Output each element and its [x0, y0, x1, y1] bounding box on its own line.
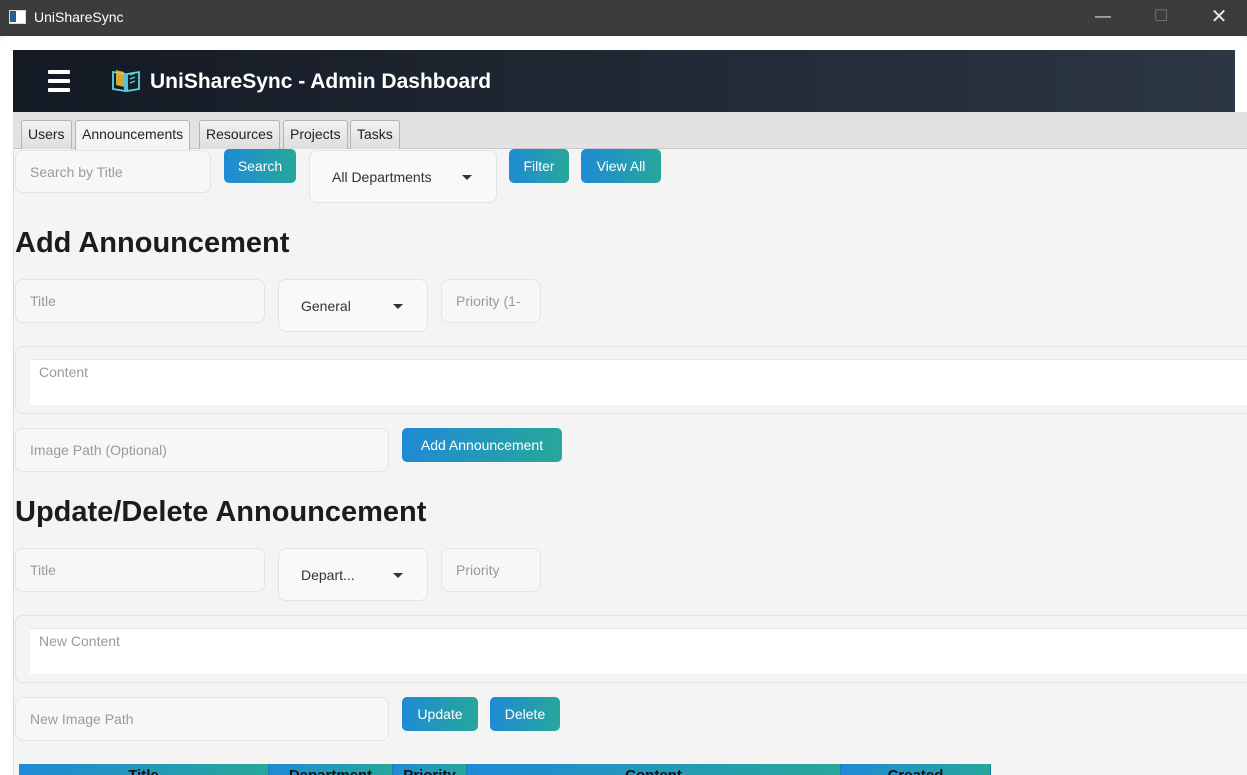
column-header-title[interactable]: Title — [19, 764, 269, 775]
add-priority-input[interactable]: Priority (1- — [441, 279, 541, 323]
chevron-down-icon — [462, 174, 472, 180]
tab-projects[interactable]: Projects — [283, 120, 348, 149]
app-window-icon — [9, 10, 26, 24]
tab-users[interactable]: Users — [21, 120, 72, 149]
add-department-select[interactable]: General — [278, 279, 428, 332]
delete-button[interactable]: Delete — [490, 697, 560, 731]
maximize-button[interactable]: ☐ — [1132, 0, 1190, 36]
search-button[interactable]: Search — [224, 149, 296, 183]
update-content-textarea[interactable]: New Content — [30, 628, 1247, 674]
update-button[interactable]: Update — [402, 697, 478, 731]
add-department-value: General — [301, 297, 351, 314]
view-all-button[interactable]: View All — [581, 149, 661, 183]
window-titlebar: UniShareSync — ☐ ✕ — [0, 0, 1247, 36]
add-image-path-input[interactable]: Image Path (Optional) — [15, 428, 389, 472]
update-department-value: Depart... — [301, 566, 355, 583]
add-title-input[interactable]: Title — [15, 279, 265, 323]
window-title: UniShareSync — [34, 9, 124, 25]
app-header: UniShareSync - Admin Dashboard — [13, 50, 1235, 112]
add-content-textarea[interactable]: Content — [30, 359, 1247, 405]
chevron-down-icon — [393, 572, 403, 578]
department-filter-value: All Departments — [332, 168, 432, 185]
main-content: Users Announcements Resources Projects T… — [13, 112, 1247, 775]
column-header-department[interactable]: Department — [269, 764, 393, 775]
column-header-content[interactable]: Content — [467, 764, 841, 775]
tab-resources[interactable]: Resources — [199, 120, 280, 149]
book-icon — [112, 70, 140, 93]
update-department-select[interactable]: Depart... — [278, 548, 428, 601]
minimize-button[interactable]: — — [1074, 0, 1132, 36]
dashboard-title: UniShareSync - Admin Dashboard — [150, 70, 492, 93]
update-content-container: New Content — [15, 615, 1247, 683]
update-announcement-heading: Update/Delete Announcement — [15, 496, 427, 528]
chevron-down-icon — [393, 303, 403, 309]
announcements-table-header: Title Department Priority Content Create… — [19, 764, 991, 775]
hamburger-icon[interactable] — [48, 70, 70, 92]
tab-announcements[interactable]: Announcements — [75, 120, 191, 150]
add-announcement-button[interactable]: Add Announcement — [402, 428, 562, 462]
close-button[interactable]: ✕ — [1190, 0, 1247, 36]
column-header-priority[interactable]: Priority — [393, 764, 467, 775]
department-filter-select[interactable]: All Departments — [309, 150, 497, 203]
tab-bar: Users Announcements Resources Projects T… — [14, 112, 1247, 150]
update-priority-input[interactable]: Priority — [441, 548, 541, 592]
add-announcement-heading: Add Announcement — [15, 227, 290, 259]
update-image-path-input[interactable]: New Image Path — [15, 697, 389, 741]
filter-button[interactable]: Filter — [509, 149, 569, 183]
column-header-created[interactable]: Created — [841, 764, 991, 775]
add-content-container: Content — [15, 346, 1247, 414]
search-input[interactable]: Search by Title — [15, 150, 211, 193]
update-title-input[interactable]: Title — [15, 548, 265, 592]
tab-tasks[interactable]: Tasks — [350, 120, 400, 149]
